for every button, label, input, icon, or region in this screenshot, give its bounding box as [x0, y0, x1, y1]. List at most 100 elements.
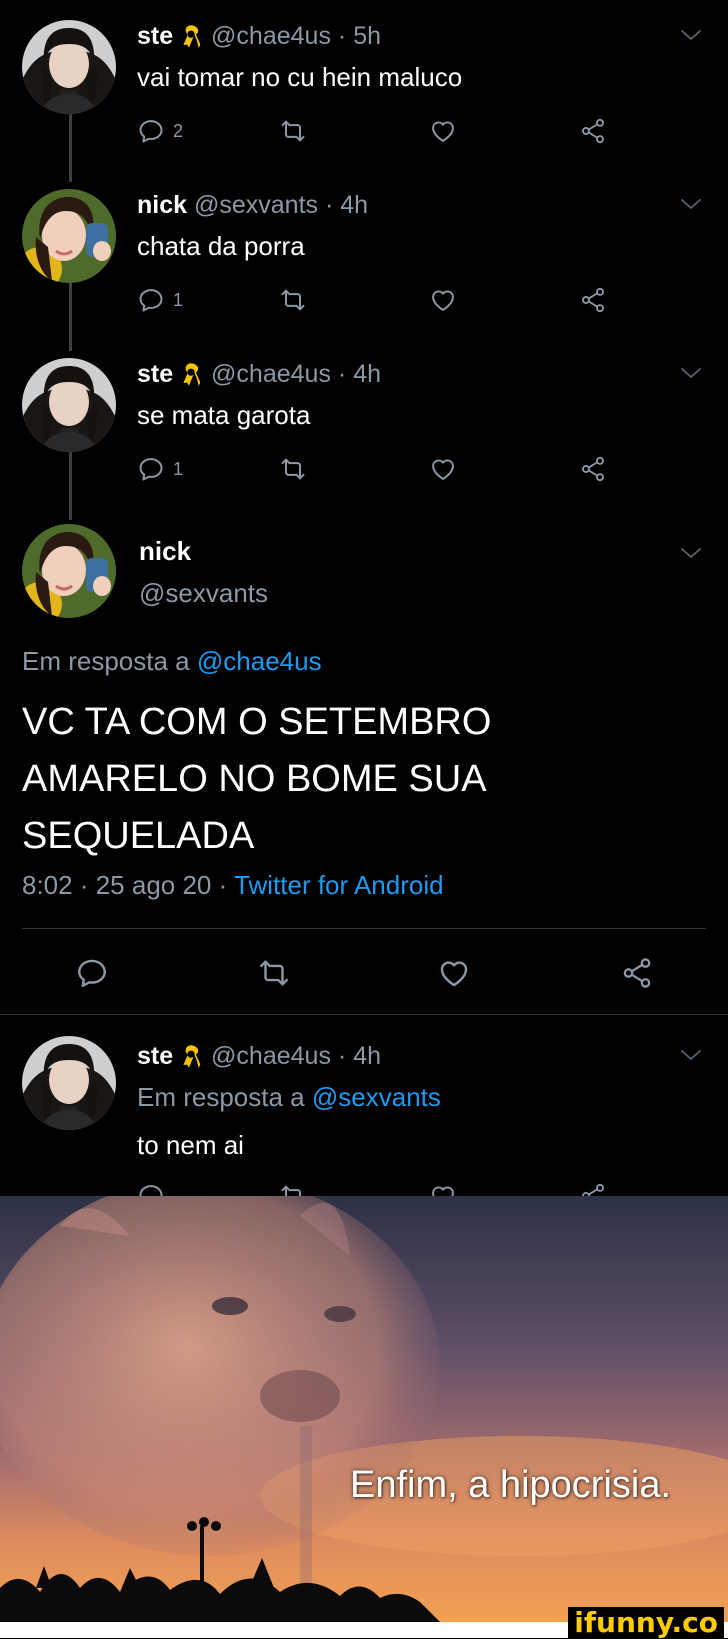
tweet-text: chata da porra	[137, 231, 305, 261]
user-handle[interactable]: @sexvants	[194, 191, 318, 219]
reply-to-link[interactable]: @sexvants	[312, 1082, 441, 1112]
share-icon	[579, 455, 607, 483]
avatar[interactable]	[22, 189, 116, 283]
divider	[22, 928, 706, 929]
avatar[interactable]	[22, 20, 116, 114]
like-button[interactable]	[429, 283, 457, 317]
yellow-ribbon-icon	[182, 362, 200, 386]
like-button[interactable]	[429, 452, 457, 486]
tweet-item[interactable]: ste @chae4us · 4h Em resposta a @sexvant…	[0, 1016, 728, 1196]
tweet-text-line: AMARELO NO BOME SUA	[22, 758, 487, 800]
tweet-timestamp: 8:02 · 25 ago 20 ·	[22, 870, 228, 900]
tweet-text: VC TA COM O SETEMBRO AMARELO NO BOME SUA…	[22, 694, 491, 865]
display-name[interactable]: ste	[137, 360, 173, 388]
tweet-header: ste @chae4us · 4h	[137, 1042, 381, 1071]
heart-icon[interactable]	[429, 1182, 457, 1196]
tweet-actions: 2	[137, 114, 617, 148]
avatar[interactable]	[22, 1036, 116, 1130]
tweet-header: ste @chae4us · 5h	[137, 22, 381, 51]
reply-count: 1	[173, 289, 184, 310]
tweet-text: se mata garota	[137, 400, 311, 430]
sunset-dog-picture	[0, 1196, 728, 1622]
chevron-down-icon[interactable]	[680, 28, 702, 42]
display-name[interactable]: nick	[137, 191, 187, 219]
reply-to-link[interactable]: @chae4us	[197, 646, 322, 676]
avatar[interactable]	[22, 524, 116, 618]
user-handle[interactable]: @sexvants	[139, 578, 268, 609]
chevron-down-icon[interactable]	[680, 366, 702, 380]
share-icon	[579, 117, 607, 145]
heart-icon	[429, 455, 457, 483]
reply-button[interactable]: 2	[137, 114, 183, 148]
retweet-icon	[279, 455, 307, 483]
tweet-text-line: VC TA COM O SETEMBRO	[22, 701, 492, 743]
chevron-down-icon[interactable]	[680, 1048, 702, 1062]
tweet-item[interactable]: ste @chae4us · 5h vai tomar no cu hein m…	[0, 0, 728, 170]
reply-count: 1	[173, 458, 184, 479]
reply-icon	[137, 455, 165, 483]
user-handle[interactable]: @chae4us	[211, 1042, 331, 1070]
tweet-time: 4h	[353, 360, 381, 388]
divider	[0, 1014, 728, 1015]
ifunny-watermark: ifunny.co	[568, 1607, 724, 1638]
reply-prefix: Em resposta a	[137, 1082, 305, 1112]
separator-dot: ·	[324, 191, 341, 219]
chevron-down-icon[interactable]	[680, 197, 702, 211]
retweet-icon	[279, 286, 307, 314]
tweet-source-link[interactable]: Twitter for Android	[234, 870, 444, 900]
display-name[interactable]: ste	[137, 1042, 173, 1070]
tweet-time: 5h	[353, 22, 381, 50]
tweet-header: nick @sexvants · 4h	[137, 191, 368, 220]
share-button[interactable]	[579, 283, 607, 317]
retweet-icon	[279, 117, 307, 145]
reply-icon	[137, 286, 165, 314]
display-name[interactable]: nick	[139, 536, 191, 567]
tweet-actions: 1	[137, 452, 617, 486]
share-button[interactable]	[579, 452, 607, 486]
tweet-time: 4h	[340, 191, 369, 219]
chevron-down-icon[interactable]	[680, 546, 702, 560]
tweet-text: vai tomar no cu hein maluco	[137, 62, 463, 92]
heart-icon	[429, 286, 457, 314]
retweet-button[interactable]	[279, 283, 307, 317]
avatar[interactable]	[22, 358, 116, 452]
separator-dot: ·	[337, 22, 354, 50]
retweet-icon[interactable]	[279, 1182, 307, 1196]
tweet-actions-partial	[137, 1182, 617, 1196]
display-name[interactable]: ste	[137, 22, 173, 50]
share-icon	[579, 286, 607, 314]
reply-prefix: Em resposta a	[22, 646, 190, 676]
reply-icon[interactable]	[137, 1182, 165, 1196]
yellow-ribbon-icon	[182, 24, 200, 48]
tweet-actions: 1	[137, 283, 617, 317]
yellow-ribbon-icon	[182, 1044, 200, 1068]
tweet-item[interactable]: ste @chae4us · 4h se mata garota 1	[0, 338, 728, 508]
retweet-icon[interactable]	[257, 956, 291, 990]
reply-context: Em resposta a @chae4us	[22, 646, 322, 677]
reply-button[interactable]: 1	[137, 452, 183, 486]
heart-icon	[429, 117, 457, 145]
reply-icon[interactable]	[75, 956, 109, 990]
tweet-item[interactable]: nick @sexvants · 4h chata da porra 1	[0, 169, 728, 339]
share-button[interactable]	[579, 114, 607, 148]
user-handle[interactable]: @chae4us	[211, 360, 331, 388]
retweet-button[interactable]	[279, 114, 307, 148]
tweet-header: ste @chae4us · 4h	[137, 360, 381, 389]
tweet-text-line: SEQUELADA	[22, 815, 255, 857]
heart-icon[interactable]	[437, 956, 471, 990]
share-icon[interactable]	[620, 956, 654, 990]
separator-dot: ·	[337, 1042, 354, 1070]
tweet-meta: 8:02 · 25 ago 20 · Twitter for Android	[22, 870, 444, 901]
reply-context: Em resposta a @sexvants	[137, 1082, 441, 1113]
like-button[interactable]	[429, 114, 457, 148]
retweet-button[interactable]	[279, 452, 307, 486]
reply-icon	[137, 117, 165, 145]
reply-count: 2	[173, 120, 184, 141]
share-icon[interactable]	[579, 1182, 607, 1196]
tweet-time: 4h	[353, 1042, 381, 1070]
reply-button[interactable]: 1	[137, 283, 183, 317]
meme-caption: Enfim, a hipocrisia.	[350, 1464, 672, 1506]
meme-image: Enfim, a hipocrisia.	[0, 1196, 728, 1622]
tweet-actions	[0, 956, 728, 996]
user-handle[interactable]: @chae4us	[211, 22, 331, 50]
